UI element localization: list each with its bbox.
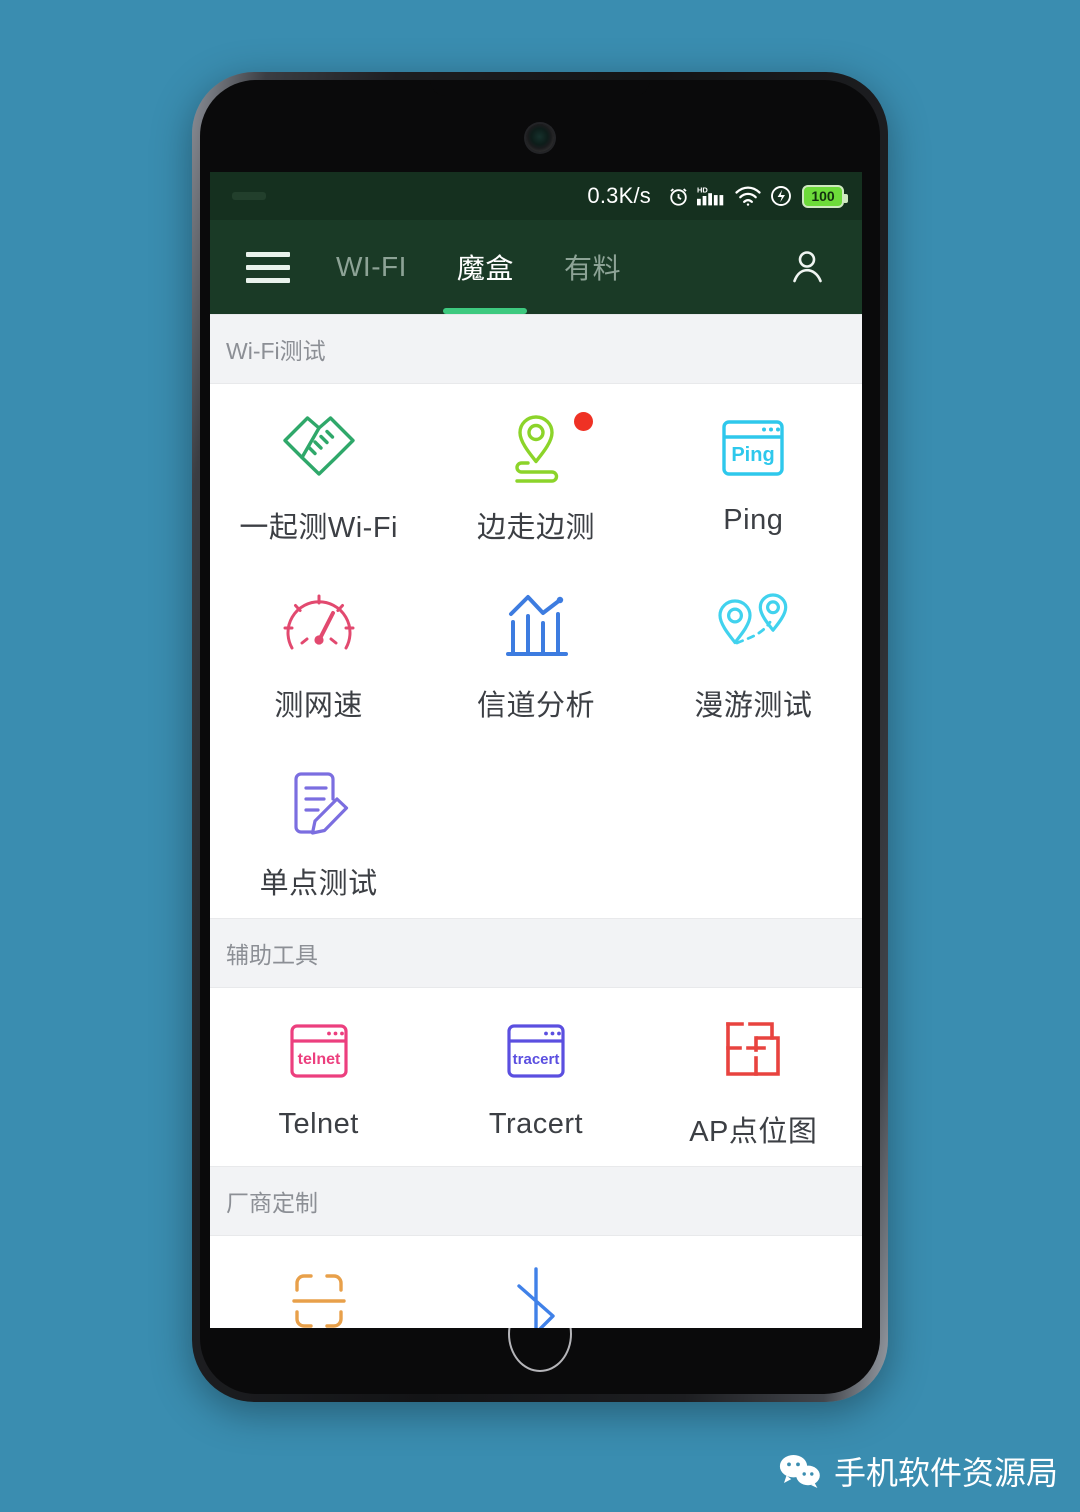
grid-item-ap-scan[interactable]: AP 扫码 <box>210 1236 427 1328</box>
grid-item-telnet[interactable]: telnet Telnet <box>210 988 427 1166</box>
person-icon[interactable] <box>786 246 828 288</box>
grid-item-label: 单点测试 <box>259 868 378 900</box>
tab-wifi-label: WI-FI <box>336 251 407 282</box>
grid-item-label: 信道分析 <box>476 690 595 722</box>
notch <box>430 80 650 96</box>
grid-wifi-test: 一起测Wi-Fi 边走边测 Ping Ping 测网速 信道分析 漫游测试 单点… <box>210 384 862 918</box>
grid-item-roaming-test[interactable]: 漫游测试 <box>645 562 862 740</box>
page-watermark: 手机软件资源局 <box>779 1448 1058 1494</box>
grid-item-single-point-test[interactable]: 单点测试 <box>210 740 427 918</box>
grid-vendor-custom: AP 扫码 蓝牙AP <box>210 1236 862 1328</box>
hd-signal-icon: HD <box>697 184 727 208</box>
grid-item-channel-analysis[interactable]: 信道分析 <box>427 562 644 740</box>
section-header-wifi-test: Wi-Fi测试 <box>210 314 862 384</box>
tab-wifi[interactable]: WI-FI <box>336 220 407 314</box>
wifi-icon <box>734 185 762 207</box>
grid-item-label: AP点位图 <box>689 1116 818 1148</box>
bluetooth-icon <box>493 1262 579 1328</box>
hamburger-menu-icon[interactable] <box>246 251 290 283</box>
browser-window-telnet-icon: telnet <box>276 1014 362 1092</box>
phone-screen: 0.3K/s HD 100 WI-FI 魔盒 有料 Wi-Fi测试 一起测Wi-… <box>210 172 862 1328</box>
grid-item-speed-test[interactable]: 测网速 <box>210 562 427 740</box>
grid-item-together-wifi[interactable]: 一起测Wi-Fi <box>210 384 427 562</box>
speedometer-icon <box>276 588 362 666</box>
browser-window-tracert-icon: tracert <box>493 1014 579 1092</box>
content-area: Wi-Fi测试 一起测Wi-Fi 边走边测 Ping Ping 测网速 信道分析… <box>210 314 862 1328</box>
grid-item-ap-floorplan[interactable]: AP点位图 <box>645 988 862 1166</box>
svg-text:Ping: Ping <box>732 444 775 466</box>
tab-bar: WI-FI 魔盒 有料 <box>336 220 621 314</box>
handshake-icon <box>276 410 362 488</box>
tab-youliao-label: 有料 <box>563 253 621 284</box>
grid-item-label: Tracert <box>488 1108 584 1140</box>
grid-item-empty-2 <box>645 740 862 918</box>
network-speed-label: 0.3K/s <box>587 183 651 208</box>
location-pin-path-icon <box>493 410 593 488</box>
grid-item-label: 一起测Wi-Fi <box>239 512 398 544</box>
tab-mohe[interactable]: 魔盒 <box>457 220 514 314</box>
tab-mohe-label: 魔盒 <box>456 253 514 284</box>
grid-item-label: 测网速 <box>274 690 363 722</box>
wechat-icon <box>779 1454 821 1488</box>
front-camera-icon <box>526 124 554 152</box>
scan-frame-icon <box>276 1262 362 1328</box>
grid-item-empty-3 <box>645 1236 862 1328</box>
grid-item-label: Ping <box>723 504 784 536</box>
svg-text:HD: HD <box>697 185 708 194</box>
grid-item-label: Telnet <box>278 1108 359 1140</box>
svg-text:telnet: telnet <box>297 1051 340 1068</box>
status-bar-left <box>224 172 587 220</box>
bar-chart-line-icon <box>493 588 579 666</box>
browser-window-ping-icon: Ping <box>710 410 796 488</box>
app-bar: WI-FI 魔盒 有料 <box>210 220 862 314</box>
grid-item-label: 漫游测试 <box>694 690 813 722</box>
floor-plan-icon <box>710 1014 796 1092</box>
two-pins-roaming-icon <box>710 588 796 666</box>
grid-item-walk-test[interactable]: 边走边测 <box>427 384 644 562</box>
battery-level-label: 100 <box>811 188 835 204</box>
charging-icon <box>769 184 793 208</box>
alarm-icon <box>667 185 690 208</box>
status-bar: 0.3K/s HD 100 <box>210 172 862 220</box>
svg-text:tracert: tracert <box>513 1051 560 1068</box>
grid-aux-tools: telnet Telnet tracert Tracert AP点位图 <box>210 988 862 1166</box>
section-header-aux-tools: 辅助工具 <box>210 918 862 988</box>
notification-badge <box>573 412 593 431</box>
grid-item-bluetooth-ap[interactable]: 蓝牙AP <box>427 1236 644 1328</box>
battery-indicator: 100 <box>802 184 848 208</box>
grid-item-tracert[interactable]: tracert Tracert <box>427 988 644 1166</box>
page-watermark-label: 手机软件资源局 <box>833 1455 1058 1491</box>
tab-youliao[interactable]: 有料 <box>564 220 621 314</box>
section-header-vendor-custom: 厂商定制 <box>210 1166 862 1236</box>
grid-item-ping[interactable]: Ping Ping <box>645 384 862 562</box>
grid-item-empty-1 <box>427 740 644 918</box>
document-pencil-icon <box>276 766 362 844</box>
grid-item-label: 边走边测 <box>476 512 595 544</box>
page-root: 0.3K/s HD 100 WI-FI 魔盒 有料 Wi-Fi测试 一起测Wi-… <box>0 0 1080 1512</box>
